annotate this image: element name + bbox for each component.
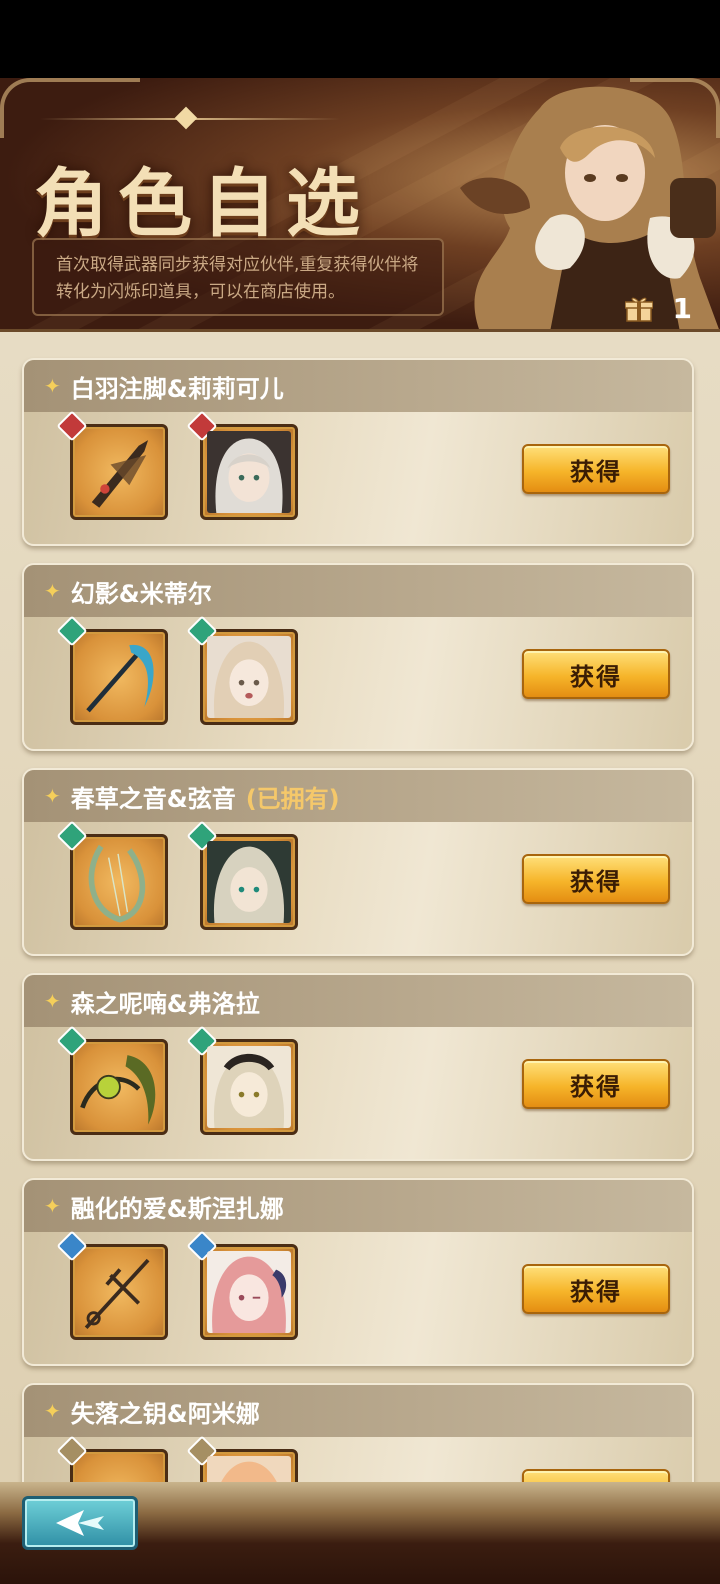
card-title: 融化的爱&斯涅扎娜 [70,1194,284,1223]
character-portrait [207,1046,291,1129]
weapon-slot[interactable] [56,615,168,725]
character-card: ✦ 幻影&米蒂尔 获得 [22,563,694,751]
star-icon: ✦ [44,374,61,398]
card-title: 森之呢喃&弗洛拉 [70,989,260,1018]
page-title: 角色自选 [34,161,370,247]
character-slot[interactable] [186,820,298,930]
weapon-slot[interactable] [56,1025,168,1135]
weapon-slot[interactable] [56,820,168,930]
card-header: ✦ 森之呢喃&弗洛拉 [24,975,692,1027]
header-banner: 角色自选 首次取得武器同步获得对应伙伴,重复获得伙伴将转化为闪烁印道具，可以在商… [0,78,720,332]
status-bar [0,0,720,78]
card-header: ✦ 白羽注脚&莉莉可儿 [24,360,692,412]
character-portrait [207,841,291,924]
get-button[interactable]: 获得 [522,649,670,699]
star-icon: ✦ [44,579,61,603]
bottom-bar [0,1482,720,1584]
card-title: 春草之音&弦音 [70,784,236,813]
get-button[interactable]: 获得 [522,854,670,904]
character-card: ✦ 失落之钥&阿米娜 获得 [22,1383,694,1482]
back-arrow-icon [56,1510,104,1536]
description-text: 首次取得武器同步获得对应伙伴,重复获得伙伴将转化为闪烁印道具，可以在商店使用。 [56,255,419,302]
ornament-diamond [174,106,198,130]
weapon-icon [88,844,146,923]
character-portrait [207,636,291,719]
character-portrait [207,1456,291,1482]
star-icon: ✦ [44,784,61,808]
card-title: 失落之钥&阿米娜 [70,1399,260,1428]
gift-count: 1 [672,292,692,325]
weapon-icon [80,1055,156,1125]
star-icon: ✦ [44,1194,61,1218]
frame-corner-left [0,78,140,138]
get-button[interactable]: 获得 [522,1469,670,1482]
character-card: ✦ 白羽注脚&莉莉可儿 获得 [22,358,694,546]
card-title: 幻影&米蒂尔 [70,579,212,608]
weapon-icon [84,1258,150,1329]
weapon-slot[interactable] [56,1435,168,1482]
description-box: 首次取得武器同步获得对应伙伴,重复获得伙伴将转化为闪烁印道具，可以在商店使用。 [32,238,444,316]
owned-label: (已拥有) [245,784,340,813]
character-slot[interactable] [186,615,298,725]
get-button[interactable]: 获得 [522,444,670,494]
character-list[interactable]: ✦ 白羽注脚&莉莉可儿 获得 ✦ 幻影&米蒂尔 获得 ✦ 春草之音&弦音 (已拥… [0,332,720,1482]
card-header: ✦ 失落之钥&阿米娜 [24,1385,692,1437]
gift-icon [624,297,653,322]
neutral-element-icon [56,1435,88,1467]
get-button[interactable]: 获得 [522,1059,670,1109]
character-slot[interactable] [186,1230,298,1340]
weapon-icon [86,644,154,713]
character-slot[interactable] [186,1435,298,1482]
character-slot[interactable] [186,410,298,520]
back-button[interactable] [22,1496,138,1550]
character-slot[interactable] [186,1025,298,1135]
card-header: ✦ 春草之音&弦音 (已拥有) [24,770,692,822]
star-icon: ✦ [44,1399,61,1423]
weapon-slot[interactable] [56,1230,168,1340]
card-header: ✦ 融化的爱&斯涅扎娜 [24,1180,692,1232]
character-portrait [207,1251,291,1334]
star-icon: ✦ [44,989,61,1013]
character-card: ✦ 森之呢喃&弗洛拉 获得 [22,973,694,1161]
gift-counter: 1 [624,292,692,325]
card-title: 白羽注脚&莉莉可儿 [70,374,284,403]
character-card: ✦ 融化的爱&斯涅扎娜 获得 [22,1178,694,1366]
weapon-slot[interactable] [56,410,168,520]
get-button[interactable]: 获得 [522,1264,670,1314]
weapon-icon [91,440,149,508]
character-portrait [207,431,291,514]
character-card: ✦ 春草之音&弦音 (已拥有) 获得 [22,768,694,956]
card-header: ✦ 幻影&米蒂尔 [24,565,692,617]
